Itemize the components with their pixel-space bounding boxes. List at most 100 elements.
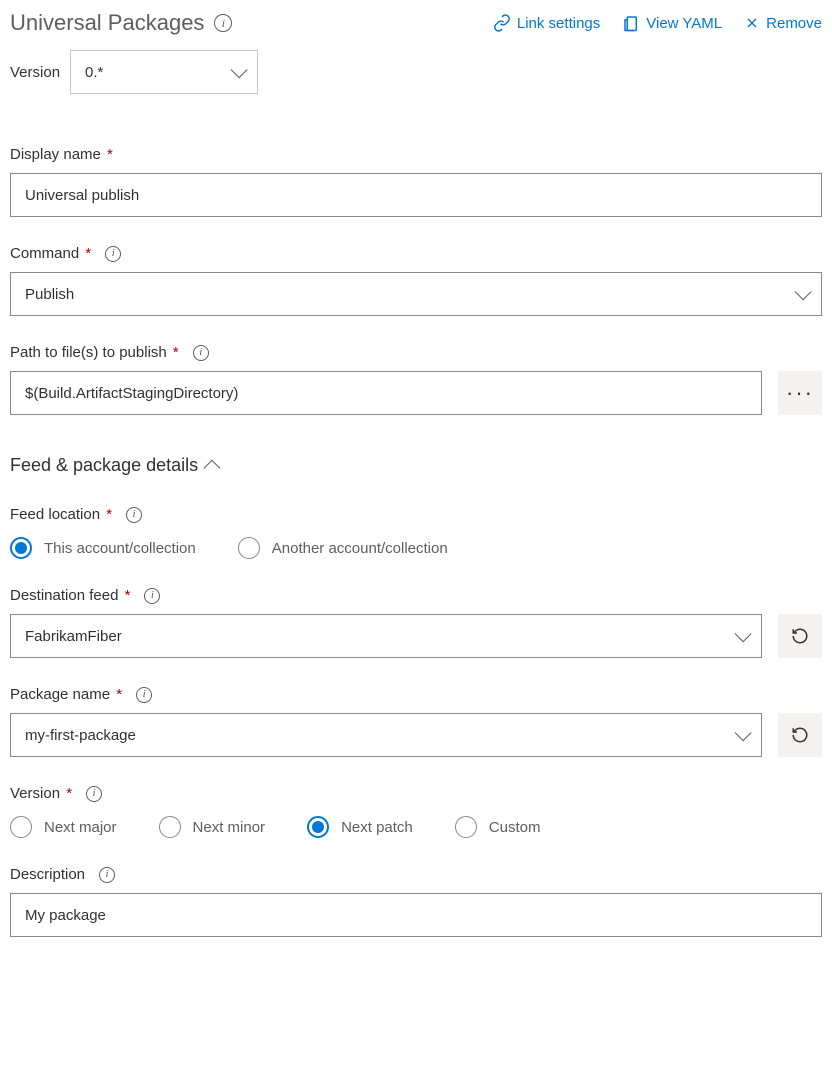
required-mark: * (66, 785, 72, 802)
version-radios: Next major Next minor Next patch Custom (10, 816, 822, 838)
required-mark: * (107, 146, 113, 163)
required-mark: * (85, 245, 91, 262)
command-value: Publish (25, 286, 74, 303)
info-icon[interactable]: i (86, 786, 102, 802)
section-header[interactable]: Feed & package details (10, 445, 822, 476)
radio-this-account[interactable]: This account/collection (10, 537, 196, 559)
refresh-feed-button[interactable] (778, 614, 822, 658)
package-name-value: my-first-package (25, 727, 136, 744)
radio-label: This account/collection (44, 540, 196, 557)
version-label: Version (10, 64, 60, 81)
link-settings-button[interactable]: Link settings (493, 14, 600, 32)
destination-feed-select[interactable]: FabrikamFiber (10, 614, 762, 658)
version-value: 0.* (85, 64, 103, 81)
radio-next-major[interactable]: Next major (10, 816, 117, 838)
feed-location-group: Feed location * i This account/collectio… (10, 506, 822, 559)
command-label-row: Command * i (10, 245, 822, 262)
task-title: Universal Packages (10, 10, 204, 36)
required-mark: * (173, 344, 179, 361)
package-name-group: Package name * i my-first-package (10, 686, 822, 757)
version-row: Version 0.* (10, 50, 822, 94)
feed-location-radios: This account/collection Another account/… (10, 537, 822, 559)
package-name-label: Package name (10, 686, 110, 703)
radio-icon (455, 816, 477, 838)
close-icon (744, 15, 760, 31)
radio-icon (238, 537, 260, 559)
chevron-down-icon (735, 625, 752, 642)
header-actions: Link settings View YAML Remove (493, 14, 822, 32)
version-field-label: Version (10, 785, 60, 802)
version-select[interactable]: 0.* (70, 50, 258, 94)
chevron-down-icon (231, 61, 248, 78)
display-name-input[interactable] (10, 173, 822, 217)
version-field-label-row: Version * i (10, 785, 822, 802)
radio-icon (10, 816, 32, 838)
radio-icon (307, 816, 329, 838)
chevron-up-icon (204, 459, 221, 476)
radio-label: Custom (489, 819, 541, 836)
package-name-label-row: Package name * i (10, 686, 822, 703)
view-yaml-label: View YAML (646, 15, 722, 32)
display-name-label: Display name (10, 146, 101, 163)
description-label-row: Description i (10, 866, 822, 883)
path-label-row: Path to file(s) to publish * i (10, 344, 822, 361)
path-input-row: ··· (10, 371, 822, 415)
destination-feed-group: Destination feed * i FabrikamFiber (10, 587, 822, 658)
task-header: Universal Packages i Link settings View … (10, 10, 822, 36)
info-icon[interactable]: i (144, 588, 160, 604)
info-icon[interactable]: i (126, 507, 142, 523)
path-group: Path to file(s) to publish * i ··· (10, 344, 822, 415)
info-icon[interactable]: i (193, 345, 209, 361)
remove-label: Remove (766, 15, 822, 32)
required-mark: * (116, 686, 122, 703)
radio-next-minor[interactable]: Next minor (159, 816, 266, 838)
destination-feed-value: FabrikamFiber (25, 628, 122, 645)
description-group: Description i (10, 866, 822, 937)
radio-next-patch[interactable]: Next patch (307, 816, 413, 838)
section-title: Feed & package details (10, 455, 198, 476)
required-mark: * (125, 587, 131, 604)
info-icon[interactable]: i (105, 246, 121, 262)
destination-feed-label: Destination feed (10, 587, 118, 604)
display-name-label-row: Display name * (10, 146, 822, 163)
chevron-down-icon (735, 724, 752, 741)
package-name-row: my-first-package (10, 713, 822, 757)
display-name-group: Display name * (10, 146, 822, 217)
refresh-icon (791, 726, 809, 744)
package-name-select[interactable]: my-first-package (10, 713, 762, 757)
command-label: Command (10, 245, 79, 262)
info-icon[interactable]: i (136, 687, 152, 703)
info-icon[interactable]: i (99, 867, 115, 883)
radio-label: Another account/collection (272, 540, 448, 557)
radio-label: Next patch (341, 819, 413, 836)
chevron-down-icon (795, 283, 812, 300)
link-icon (493, 14, 511, 32)
feed-location-label-row: Feed location * i (10, 506, 822, 523)
refresh-package-button[interactable] (778, 713, 822, 757)
version-field-group: Version * i Next major Next minor Next p… (10, 785, 822, 838)
view-yaml-button[interactable]: View YAML (622, 14, 722, 32)
remove-button[interactable]: Remove (744, 15, 822, 32)
refresh-icon (791, 627, 809, 645)
info-icon[interactable]: i (214, 14, 232, 32)
destination-feed-label-row: Destination feed * i (10, 587, 822, 604)
destination-feed-row: FabrikamFiber (10, 614, 822, 658)
clipboard-icon (622, 14, 640, 32)
description-input[interactable] (10, 893, 822, 937)
feed-location-label: Feed location (10, 506, 100, 523)
browse-button[interactable]: ··· (778, 371, 822, 415)
link-settings-label: Link settings (517, 15, 600, 32)
description-label: Description (10, 866, 85, 883)
command-group: Command * i Publish (10, 245, 822, 316)
radio-label: Next major (44, 819, 117, 836)
radio-another-account[interactable]: Another account/collection (238, 537, 448, 559)
radio-label: Next minor (193, 819, 266, 836)
required-mark: * (106, 506, 112, 523)
radio-custom[interactable]: Custom (455, 816, 541, 838)
header-left: Universal Packages i (10, 10, 232, 36)
radio-icon (159, 816, 181, 838)
path-label: Path to file(s) to publish (10, 344, 167, 361)
path-input[interactable] (10, 371, 762, 415)
radio-icon (10, 537, 32, 559)
command-select[interactable]: Publish (10, 272, 822, 316)
